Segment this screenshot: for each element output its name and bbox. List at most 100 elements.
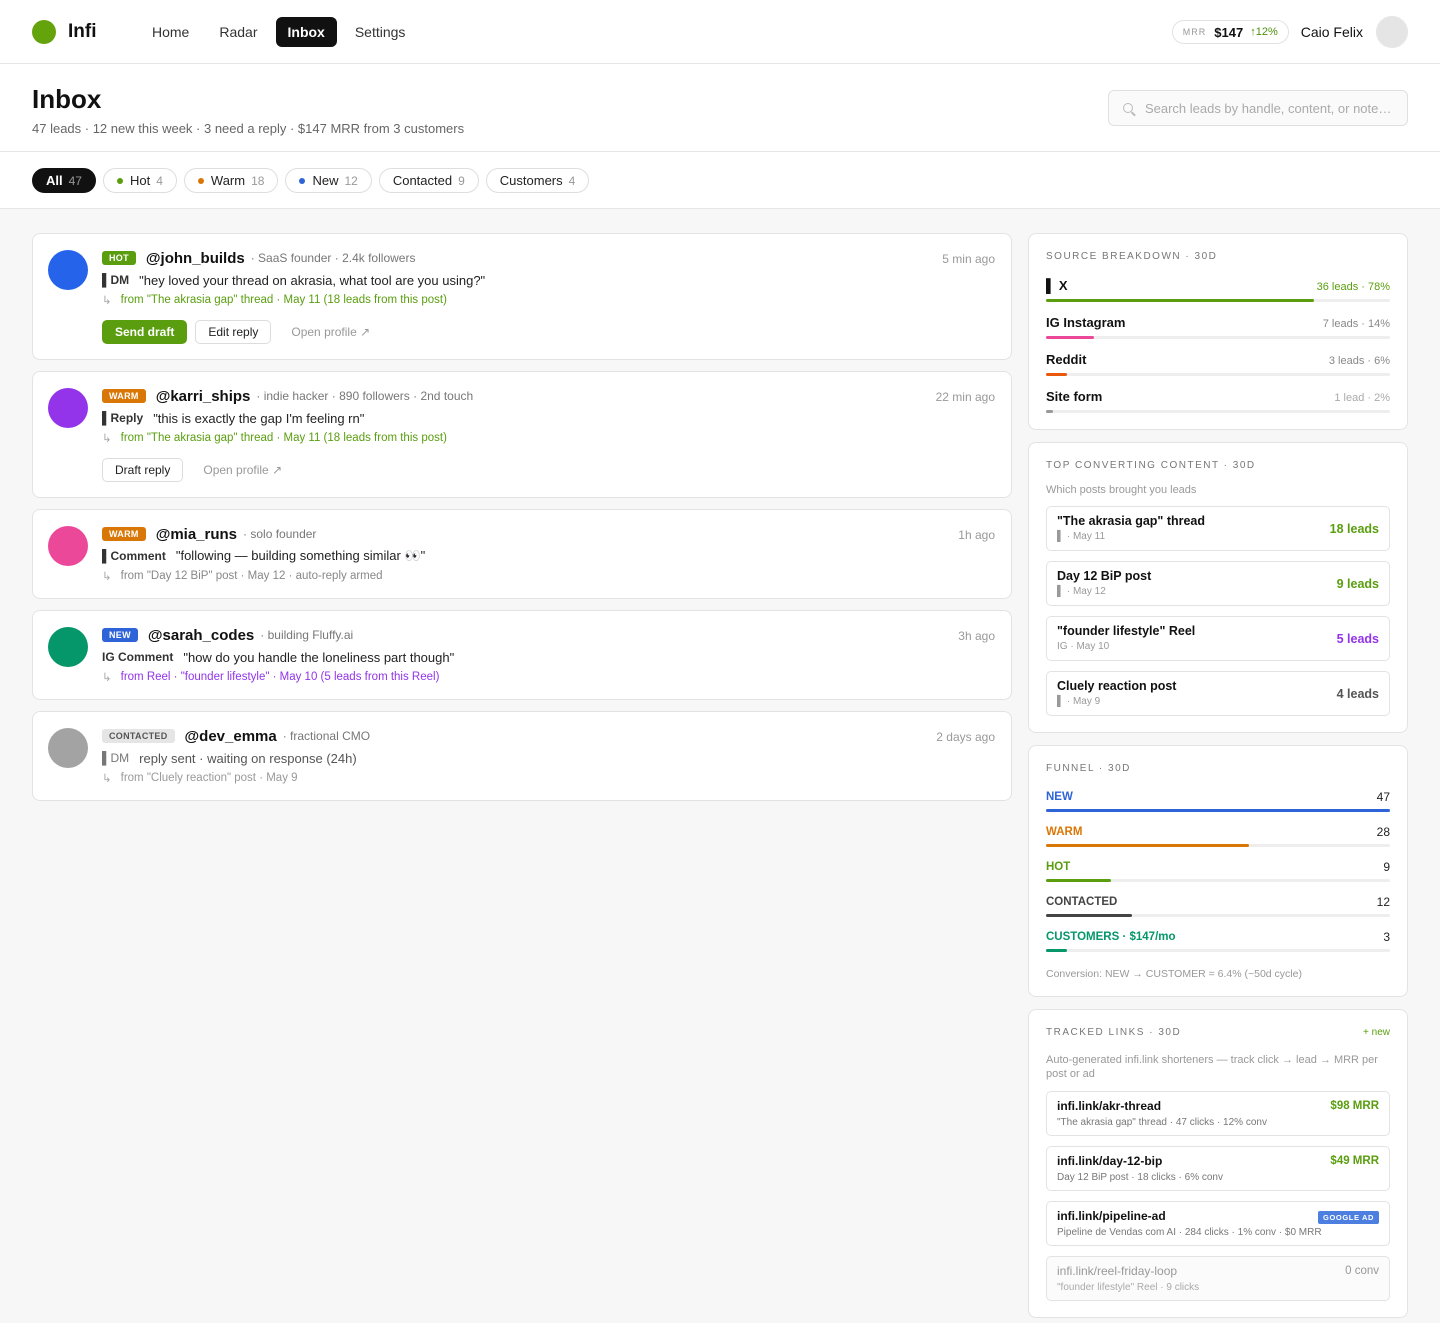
lead-source[interactable]: from "The akrasia gap" thread · May 11 (… bbox=[121, 294, 447, 306]
mrr-value: $147 bbox=[1214, 24, 1244, 40]
funnel-row[interactable]: HOT 9 bbox=[1046, 858, 1390, 882]
message-type: ▌Comment bbox=[102, 549, 166, 563]
lead-handle[interactable]: @dev_emma bbox=[185, 728, 277, 745]
tracked-link[interactable]: infi.link/day-12-bip Day 12 BiP post · 1… bbox=[1046, 1146, 1390, 1191]
lead-time: 1h ago bbox=[958, 528, 995, 542]
funnel-row[interactable]: NEW 47 bbox=[1046, 788, 1390, 812]
funnel-stage: CONTACTED bbox=[1046, 895, 1118, 908]
mrr-pill[interactable]: MRR $147 ↑12% bbox=[1171, 20, 1289, 44]
lead-avatar[interactable] bbox=[48, 627, 88, 667]
lead-card[interactable]: NEW @sarah_codes · building Fluffy.ai 3h… bbox=[32, 610, 1012, 700]
open-profile-link[interactable]: Open profile ↗ bbox=[291, 325, 370, 339]
message-type: ▌DM bbox=[102, 273, 130, 287]
filter-customers[interactable]: Customers 4 bbox=[485, 168, 590, 193]
funnel-bar-track bbox=[1046, 949, 1390, 952]
funnel-stage: WARM bbox=[1046, 825, 1083, 838]
filter-new[interactable]: New 12 bbox=[285, 168, 372, 193]
lead-message: "following — building something similar … bbox=[175, 548, 426, 563]
funnel-bar-track bbox=[1046, 879, 1390, 882]
tracked-link[interactable]: infi.link/reel-friday-loop "founder life… bbox=[1046, 1256, 1390, 1301]
source-row[interactable]: Reddit 3 leads · 6% bbox=[1046, 352, 1390, 376]
filter-count: 12 bbox=[344, 173, 358, 188]
user-avatar[interactable] bbox=[1376, 16, 1408, 48]
source-bar-track bbox=[1046, 373, 1390, 376]
reply-arrow-icon: ↳ bbox=[102, 672, 112, 684]
content-leads: 18 leads bbox=[1329, 522, 1379, 536]
lead-time: 22 min ago bbox=[935, 390, 995, 404]
source-name: ▌ X bbox=[1046, 278, 1068, 293]
content-item[interactable]: "The akrasia gap" thread ▌ · May 11 18 l… bbox=[1046, 506, 1390, 551]
send-draft-button[interactable]: Send draft bbox=[102, 320, 188, 344]
lead-avatar[interactable] bbox=[48, 728, 88, 768]
panel-subtitle: Which posts brought you leads bbox=[1046, 484, 1197, 496]
lead-handle[interactable]: @sarah_codes bbox=[148, 627, 254, 644]
funnel-bar-fill bbox=[1046, 879, 1112, 882]
conversion-note: Conversion: NEW → CUSTOMER = 6.4% (~50d … bbox=[1046, 968, 1302, 980]
content-item[interactable]: Cluely reaction post ▌ · May 9 4 leads bbox=[1046, 671, 1390, 716]
funnel-count: 12 bbox=[1376, 894, 1390, 909]
funnel-bar-fill bbox=[1046, 914, 1132, 917]
funnel-row[interactable]: CUSTOMERS · $147/mo 3 bbox=[1046, 928, 1390, 952]
mrr-label: MRR bbox=[1182, 27, 1207, 37]
lead-message: "how do you handle the loneliness part t… bbox=[183, 649, 455, 665]
lead-source[interactable]: from "Day 12 BiP" post · May 12 · auto-r… bbox=[121, 570, 383, 582]
source-row[interactable]: ▌ X 36 leads · 78% bbox=[1046, 278, 1390, 302]
panel-title: TOP CONVERTING CONTENT · 30d bbox=[1046, 460, 1256, 471]
lead-card[interactable]: CONTACTED @dev_emma · fractional CMO 2 d… bbox=[32, 711, 1012, 801]
content-item[interactable]: Day 12 BiP post ▌ · May 12 9 leads bbox=[1046, 561, 1390, 606]
nav-settings[interactable]: Settings bbox=[343, 17, 418, 47]
source-name: Reddit bbox=[1046, 352, 1087, 367]
filter-count: 18 bbox=[251, 173, 265, 188]
tracked-link[interactable]: infi.link/akr-thread "The akrasia gap" t… bbox=[1046, 1091, 1390, 1136]
panel-title: SOURCE BREAKDOWN · 30d bbox=[1046, 251, 1218, 262]
content-leads: 4 leads bbox=[1336, 687, 1379, 701]
message-type: ▌DM bbox=[102, 751, 130, 765]
filter-warm[interactable]: Warm 18 bbox=[183, 168, 279, 193]
nav-home[interactable]: Home bbox=[140, 17, 201, 47]
link-meta: "The akrasia gap" thread · 47 clicks · 1… bbox=[1057, 1117, 1267, 1128]
new-link-button[interactable]: + new bbox=[1363, 1027, 1390, 1041]
reply-arrow-icon: ↳ bbox=[102, 571, 112, 583]
funnel-panel: FUNNEL · 30d NEW 47 WARM 28 HOT 9 CONTACTED… bbox=[1028, 745, 1408, 997]
source-row[interactable]: IG Instagram 7 leads · 14% bbox=[1046, 315, 1390, 339]
nav-inbox[interactable]: Inbox bbox=[275, 16, 337, 47]
page-header: Inbox 47 leads · 12 new this week · 3 ne… bbox=[0, 64, 1440, 152]
lead-source[interactable]: from "Cluely reaction" post · May 9 bbox=[121, 772, 298, 784]
search-input[interactable] bbox=[1144, 100, 1393, 116]
edit-reply-button[interactable]: Edit reply bbox=[195, 320, 272, 344]
lead-handle[interactable]: @karri_ships bbox=[156, 388, 251, 405]
lead-avatar[interactable] bbox=[48, 250, 88, 290]
source-row[interactable]: Site form 1 lead · 2% bbox=[1046, 389, 1390, 413]
draft-reply-button[interactable]: Draft reply bbox=[102, 458, 184, 482]
source-bar-track bbox=[1046, 299, 1390, 302]
lead-message: reply sent · waiting on response (24h) bbox=[139, 750, 357, 766]
content-item[interactable]: "founder lifestyle" Reel IG · May 10 5 l… bbox=[1046, 616, 1390, 661]
status-badge: HOT bbox=[102, 251, 136, 265]
source-name: Site form bbox=[1046, 389, 1103, 404]
filter-contacted[interactable]: Contacted 9 bbox=[378, 168, 479, 193]
source-stat: 1 lead · 2% bbox=[1334, 392, 1390, 404]
lead-avatar[interactable] bbox=[48, 388, 88, 428]
lead-card[interactable]: WARM @mia_runs · solo founder 1h ago ▌Co… bbox=[32, 509, 1012, 599]
top-content-panel: TOP CONVERTING CONTENT · 30d Which posts… bbox=[1028, 442, 1408, 733]
lead-handle[interactable]: @mia_runs bbox=[156, 526, 237, 543]
nav-radar[interactable]: Radar bbox=[207, 17, 269, 47]
funnel-row[interactable]: CONTACTED 12 bbox=[1046, 893, 1390, 917]
search-box[interactable] bbox=[1108, 90, 1408, 126]
lead-avatar[interactable] bbox=[48, 526, 88, 566]
filter-hot[interactable]: Hot 4 bbox=[102, 168, 177, 193]
tracked-link[interactable]: infi.link/pipeline-ad Pipeline de Vendas… bbox=[1046, 1201, 1390, 1246]
funnel-count: 9 bbox=[1383, 859, 1390, 874]
filter-label: All bbox=[46, 173, 63, 188]
funnel-bar-track bbox=[1046, 809, 1390, 812]
lead-source[interactable]: from "The akrasia gap" thread · May 11 (… bbox=[121, 432, 447, 444]
filter-all[interactable]: All 47 bbox=[32, 168, 96, 193]
lead-card[interactable]: WARM @karri_ships · indie hacker · 890 f… bbox=[32, 371, 1012, 498]
lead-card[interactable]: HOT @john_builds · SaaS founder · 2.4k f… bbox=[32, 233, 1012, 360]
lead-handle[interactable]: @john_builds bbox=[146, 250, 245, 267]
mrr-delta: ↑12% bbox=[1250, 26, 1278, 38]
lead-source[interactable]: from Reel · "founder lifestyle" · May 10… bbox=[121, 671, 440, 683]
open-profile-link[interactable]: Open profile ↗ bbox=[203, 463, 282, 477]
funnel-row[interactable]: WARM 28 bbox=[1046, 823, 1390, 847]
user-name[interactable]: Caio Felix bbox=[1301, 24, 1363, 40]
